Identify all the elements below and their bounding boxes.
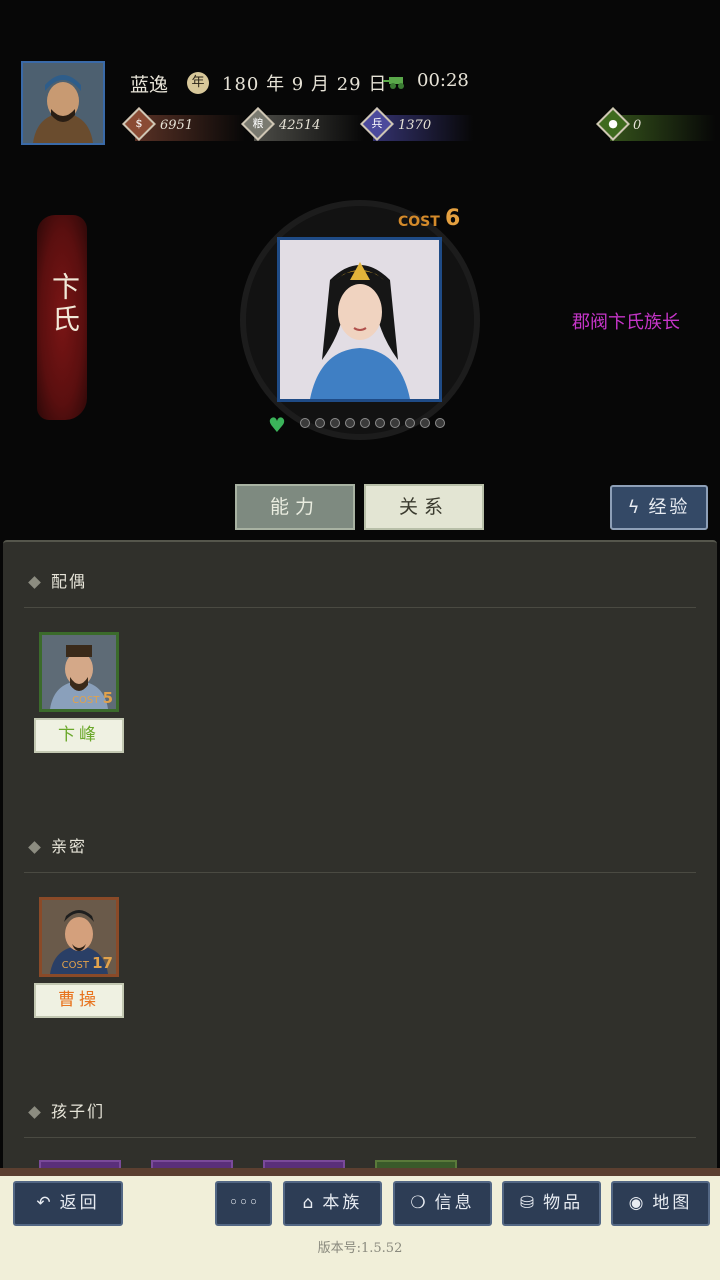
map-label: 地图 bbox=[652, 1193, 693, 1213]
gem-value: 0 bbox=[633, 118, 642, 133]
carriage-icon bbox=[383, 77, 404, 89]
rank-dot bbox=[390, 418, 400, 428]
clan-title: 郡阀卞氏族长 bbox=[572, 312, 680, 333]
food-value: 42514 bbox=[279, 118, 321, 133]
clan-button[interactable]: ⌂ 本族 bbox=[283, 1181, 382, 1226]
map-button[interactable]: ◉ 地图 bbox=[611, 1181, 710, 1226]
house-icon: ⌂ bbox=[302, 1193, 317, 1213]
info-label: 信息 bbox=[434, 1193, 475, 1213]
heart-icon: ♥ bbox=[268, 413, 286, 437]
items-label: 物品 bbox=[543, 1193, 584, 1213]
info-button[interactable]: ❍ 信息 bbox=[393, 1181, 492, 1226]
diamond-icon bbox=[28, 1106, 41, 1119]
cost-label: COST bbox=[398, 214, 440, 230]
bag-icon: ⛁ bbox=[519, 1193, 538, 1213]
spouse-cost: COST 5 bbox=[72, 689, 113, 707]
tab-relations[interactable]: 关系 bbox=[364, 484, 484, 530]
clan-label: 本族 bbox=[322, 1193, 363, 1213]
cost-value: 6 bbox=[445, 206, 461, 231]
rank-dot bbox=[345, 418, 355, 428]
diamond-icon bbox=[28, 576, 41, 589]
kin-name[interactable]: 曹操 bbox=[34, 983, 124, 1018]
spouse-name[interactable]: 卞峰 bbox=[34, 718, 124, 753]
more-icon: ◦◦◦ bbox=[228, 1193, 259, 1213]
back-button[interactable]: ↶ 返回 bbox=[13, 1181, 123, 1226]
items-button[interactable]: ⛁ 物品 bbox=[502, 1181, 601, 1226]
divider bbox=[24, 607, 696, 608]
children-section-title: 孩子们 bbox=[28, 1098, 106, 1122]
rank-dot bbox=[405, 418, 415, 428]
lightning-icon: ϟ bbox=[627, 497, 643, 518]
divider bbox=[24, 872, 696, 873]
spouse-portrait[interactable]: COST 5 bbox=[39, 632, 119, 712]
rank-dot bbox=[300, 418, 310, 428]
spouse-section-title: 配偶 bbox=[28, 568, 88, 592]
children-title-text: 孩子们 bbox=[51, 1102, 106, 1121]
rank-dot bbox=[315, 418, 325, 428]
more-button[interactable]: ◦◦◦ bbox=[215, 1181, 272, 1226]
hero-name: 卞氏 bbox=[48, 272, 81, 336]
kin-portrait[interactable]: COST 17 bbox=[39, 897, 119, 977]
back-arrow-icon: ↶ bbox=[36, 1193, 54, 1213]
player-avatar[interactable] bbox=[21, 61, 105, 145]
hero-portrait[interactable] bbox=[277, 237, 442, 402]
globe-icon: ◉ bbox=[628, 1193, 647, 1213]
kin-cost: COST 17 bbox=[61, 954, 113, 972]
experience-label: 经验 bbox=[648, 497, 691, 518]
tab-ability[interactable]: 能力 bbox=[235, 484, 355, 530]
rank-dot bbox=[420, 418, 430, 428]
kin-title-text: 亲密 bbox=[51, 837, 88, 856]
troops-value: 1370 bbox=[398, 118, 432, 133]
game-date: 180 年 9 月 29 日 bbox=[222, 74, 388, 95]
rank-dot bbox=[330, 418, 340, 428]
rank-dot bbox=[375, 418, 385, 428]
kin-section-title: 亲密 bbox=[28, 833, 88, 857]
warrior-portrait-icon bbox=[23, 63, 103, 143]
divider bbox=[24, 1137, 696, 1138]
calendar-icon: 年 bbox=[187, 72, 209, 94]
bottom-strip bbox=[0, 1168, 720, 1176]
experience-button[interactable]: ϟ 经验 bbox=[610, 485, 708, 530]
rank-dot bbox=[360, 418, 370, 428]
spouse-title-text: 配偶 bbox=[51, 572, 88, 591]
player-name: 蓝逸 bbox=[130, 74, 169, 96]
back-label: 返回 bbox=[59, 1193, 100, 1213]
chat-icon: ❍ bbox=[410, 1193, 429, 1213]
lady-portrait-icon bbox=[280, 240, 439, 399]
game-clock: 00:28 bbox=[417, 70, 469, 91]
diamond-icon bbox=[28, 841, 41, 854]
gold-value: 6951 bbox=[160, 118, 194, 133]
rank-dot bbox=[435, 418, 445, 428]
version-label: 版本号:1.5.52 bbox=[317, 1241, 403, 1256]
